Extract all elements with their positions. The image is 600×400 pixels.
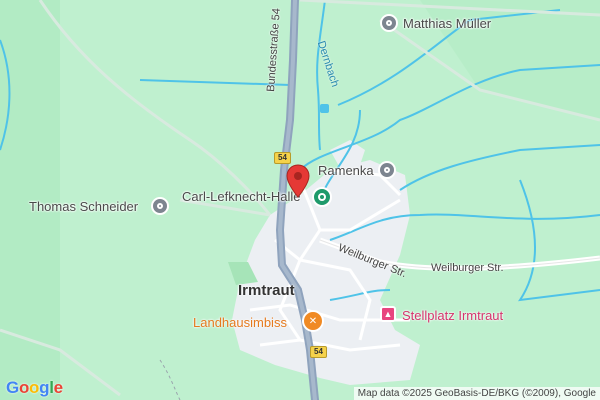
weilburger-str-label-2: Weilburger Str. bbox=[431, 262, 504, 274]
google-logo: Google bbox=[6, 378, 63, 397]
map-canvas[interactable]: 54 54 Bundesstraße 54 Dernbach Matthias … bbox=[0, 0, 600, 400]
thomas-schneider-label[interactable]: Thomas Schneider bbox=[29, 199, 138, 214]
restaurant-icon[interactable]: ✕ bbox=[302, 310, 324, 332]
carl-lefknecht-halle-label[interactable]: Carl-Lefknecht-Halle bbox=[182, 189, 301, 204]
place-pin-icon[interactable] bbox=[380, 14, 398, 32]
place-pin-icon[interactable] bbox=[151, 197, 169, 215]
irmtraut-label[interactable]: Irmtraut bbox=[238, 282, 295, 299]
route-shield-north: 54 bbox=[274, 152, 291, 164]
stellplatz-irmtraut-label[interactable]: Stellplatz Irmtraut bbox=[402, 308, 503, 323]
matthias-mueller-label[interactable]: Matthias Müller bbox=[403, 16, 491, 31]
place-pin-icon[interactable] bbox=[378, 161, 396, 179]
ramenka-label[interactable]: Ramenka bbox=[318, 163, 374, 178]
venue-pin-icon[interactable] bbox=[312, 187, 332, 207]
map-attribution: Map data ©2025 GeoBasis-DE/BKG (©2009), … bbox=[353, 387, 600, 400]
camping-icon[interactable]: ▲ bbox=[380, 306, 396, 322]
red-marker-icon[interactable] bbox=[286, 164, 310, 198]
landhausimbiss-label[interactable]: Landhausimbiss bbox=[193, 315, 287, 330]
route-shield-south: 54 bbox=[310, 346, 327, 358]
